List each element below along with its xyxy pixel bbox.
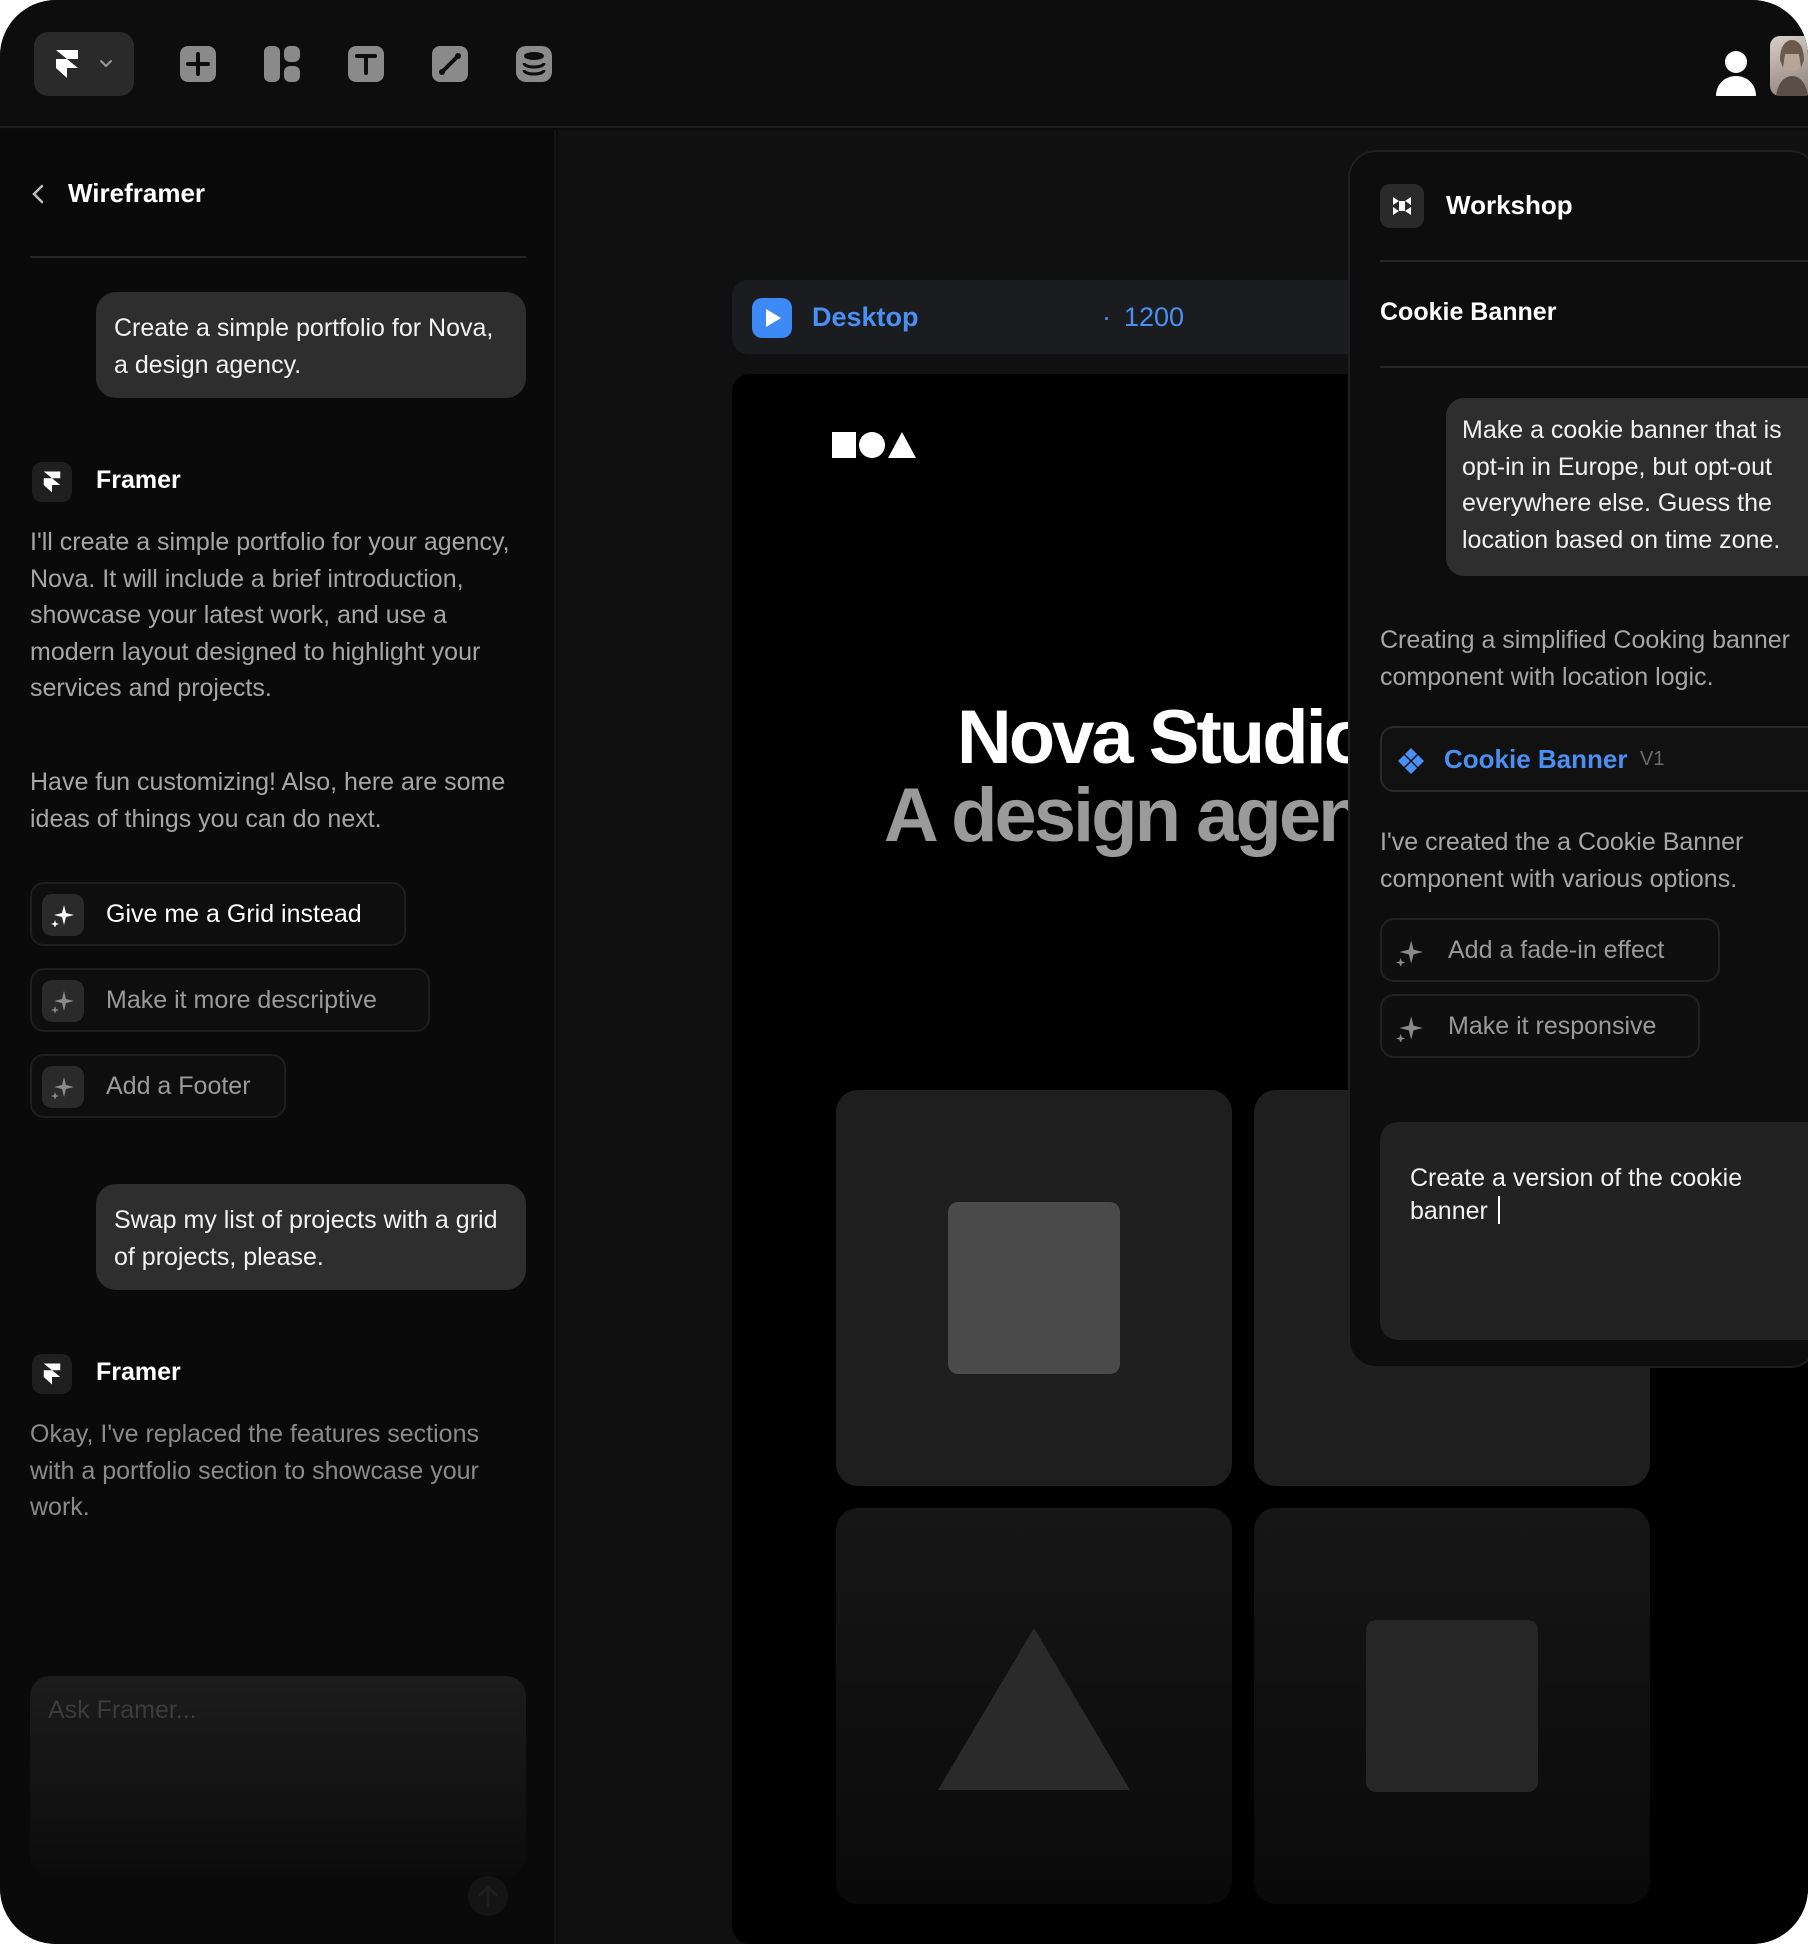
framer-logo-icon: [43, 471, 61, 493]
insert-icon[interactable]: [178, 44, 218, 84]
divider: [30, 256, 526, 258]
user-avatar-icon[interactable]: [1712, 48, 1760, 98]
triangle-placeholder-icon: [938, 1628, 1130, 1790]
frame-name: Desktop: [812, 302, 919, 332]
suggestion-label: Add a fade-in effect: [1448, 936, 1665, 964]
database-icon[interactable]: [514, 44, 554, 84]
sparkle-icon: [42, 1066, 84, 1108]
text-caret: [1497, 1196, 1500, 1224]
separator: ·: [1102, 302, 1111, 332]
ask-input[interactable]: Ask Framer...: [30, 1676, 526, 1876]
suggestion-label: Make it responsive: [1448, 1012, 1657, 1040]
assistant-name: Framer: [96, 1358, 181, 1386]
component-name: Cookie Banner: [1444, 744, 1628, 774]
assistant-name: Framer: [96, 466, 181, 494]
suggestion-descriptive[interactable]: Make it more descriptive: [30, 968, 430, 1032]
divider: [1380, 260, 1808, 262]
component-chip[interactable]: Cookie Banner V1: [1380, 726, 1808, 792]
sparkle-icon: [1396, 940, 1423, 966]
ask-placeholder: Ask Framer...: [48, 1696, 197, 1724]
component-title: Cookie Banner: [1380, 298, 1557, 326]
suggestion-label: Make it more descriptive: [106, 986, 377, 1014]
project-card[interactable]: [836, 1508, 1232, 1904]
assistant-message: I'll create a simple portfolio for your …: [30, 528, 510, 702]
project-card[interactable]: [836, 1090, 1232, 1486]
assistant-message: I've created the a Cookie Banner compone…: [1380, 824, 1743, 897]
frame-label[interactable]: Desktop · 1200: [732, 280, 1432, 354]
message-line: Make a cookie banner that is: [1462, 416, 1782, 444]
suggestion-label: Give me a Grid instead: [106, 900, 362, 928]
square-placeholder-icon: [948, 1202, 1120, 1374]
send-arrow-icon[interactable]: [468, 1876, 508, 1916]
assistant-message: Creating a simplified Cooking banner com…: [1380, 622, 1790, 695]
sidebar-title: Wireframer: [68, 178, 206, 208]
message-line: opt-in in Europe, but opt-out: [1462, 452, 1772, 481]
suggestion-grid[interactable]: Give me a Grid instead: [30, 882, 406, 946]
component-icon: [1398, 748, 1424, 774]
text-icon[interactable]: [346, 44, 386, 84]
framer-avatar: [32, 462, 72, 502]
prompt-text: Create a version of the cookie banner: [1410, 1162, 1808, 1228]
assistant-message: Okay, I've replaced the features section…: [30, 1420, 479, 1521]
workshop-panel: Workshop Cookie Banner Make a cookie ban…: [1348, 150, 1808, 1368]
chevron-down-icon: [100, 60, 112, 68]
framer-app: Wireframer Create a simple portfolio for…: [0, 0, 1808, 1944]
message-line: component with location logic.: [1380, 662, 1714, 691]
component-version: V1: [1640, 748, 1665, 770]
workshop-prompt-input[interactable]: Create a version of the cookie banner: [1380, 1122, 1808, 1340]
framer-menu-button[interactable]: [34, 32, 134, 96]
suggestion-fade-in[interactable]: Add a fade-in effect: [1380, 918, 1720, 982]
user-message: Swap my list of projects with a grid of …: [96, 1184, 526, 1290]
message-line: Creating a simplified Cooking banner: [1380, 626, 1790, 654]
preview-play-button[interactable]: [752, 298, 792, 338]
framer-logo-icon: [43, 1363, 61, 1385]
divider: [1380, 366, 1808, 368]
frame-width: 1200: [1124, 302, 1185, 332]
suggestion-responsive[interactable]: Make it responsive: [1380, 994, 1700, 1058]
message-line: location based on time zone.: [1462, 525, 1781, 554]
suggestion-footer[interactable]: Add a Footer: [30, 1054, 286, 1118]
user-message: Create a simple portfolio for Nova, a de…: [96, 292, 526, 398]
collaborator-avatar[interactable]: [1770, 36, 1808, 96]
message-line: component with various options.: [1380, 864, 1738, 893]
layout-icon[interactable]: [262, 44, 302, 84]
sparkle-icon: [42, 894, 84, 936]
top-toolbar: [0, 0, 1808, 128]
framer-logo-icon: [56, 50, 78, 78]
square-placeholder-icon: [1366, 1620, 1538, 1792]
play-icon: [766, 309, 781, 327]
framer-avatar: [32, 1354, 72, 1394]
assistant-message: Have fun customizing! Also, here are som…: [30, 768, 506, 833]
ai-chat-sidebar: Wireframer Create a simple portfolio for…: [0, 130, 556, 1944]
workshop-icon: [1380, 184, 1424, 228]
nova-logo: [832, 432, 916, 458]
message-line: I've created the a Cookie Banner: [1380, 828, 1744, 856]
back-chevron-icon[interactable]: [28, 180, 50, 208]
user-message: Make a cookie banner that is opt-in in E…: [1446, 398, 1808, 576]
sparkle-icon: [42, 980, 84, 1022]
project-card[interactable]: [1254, 1508, 1650, 1904]
prompt-value: Create a version of the cookie banner: [1410, 1164, 1743, 1225]
workshop-title: Workshop: [1446, 190, 1573, 220]
sparkle-icon: [1396, 1016, 1423, 1042]
message-line: everywhere else. Guess the: [1462, 489, 1772, 517]
suggestion-label: Add a Footer: [106, 1072, 251, 1100]
person-photo-icon: [1776, 40, 1808, 96]
link-icon[interactable]: [430, 44, 470, 84]
